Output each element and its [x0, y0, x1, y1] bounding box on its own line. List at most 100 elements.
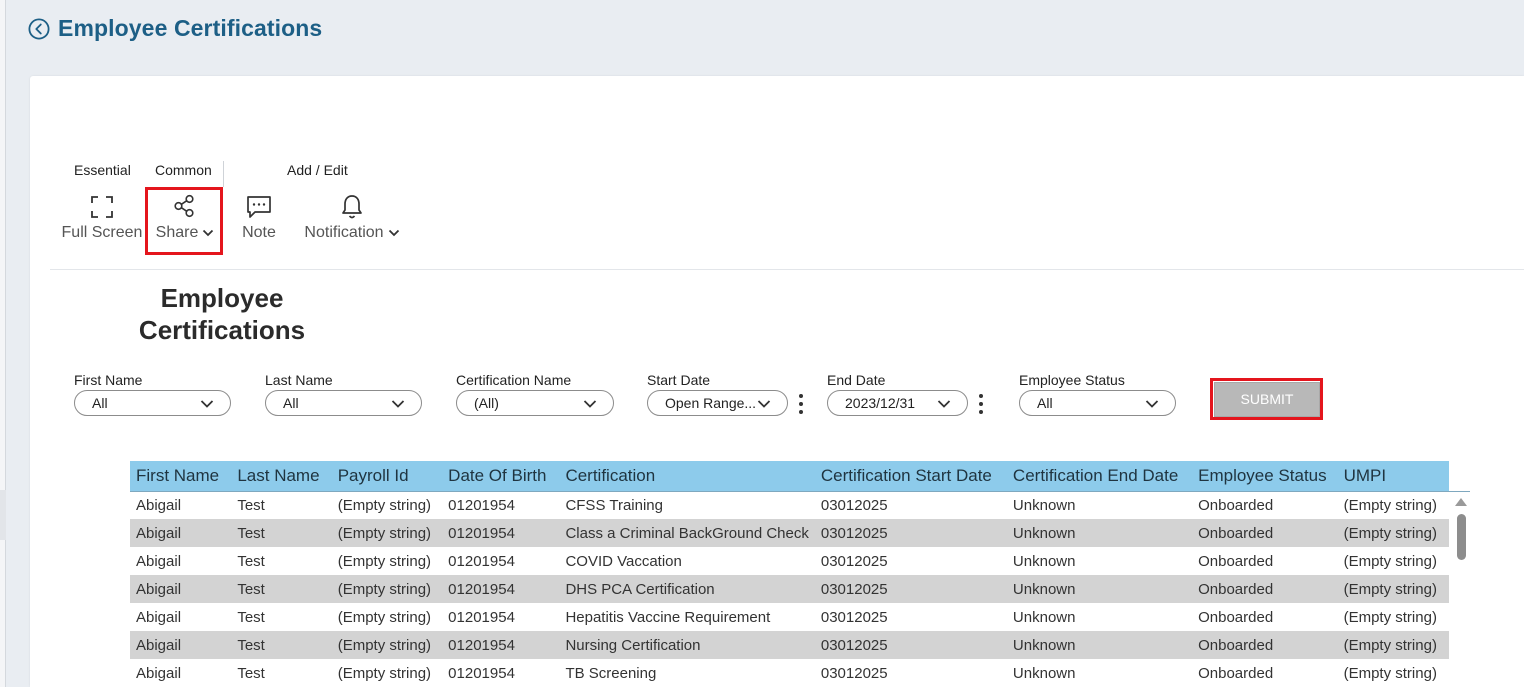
- table-row[interactable]: Abigail Test (Empty string) 01201954 TB Scre…: [130, 659, 1449, 687]
- table-cell: 01201954: [442, 631, 560, 659]
- table-cell: Test: [237, 552, 265, 570]
- column-header[interactable]: Payroll Id: [331, 461, 443, 491]
- note-label: Note: [242, 224, 276, 241]
- table-row[interactable]: Abigail Test (Empty string) 01201954 COVID V…: [130, 547, 1449, 575]
- table-cell: Test: [237, 608, 265, 626]
- table-row[interactable]: Abigail Test (Empty string) 01201954 CFSS Tr…: [130, 491, 1449, 519]
- toolbar-group-essential: Essential: [74, 162, 131, 178]
- column-header[interactable]: Employee Status: [1192, 461, 1338, 491]
- end-date-more-icon[interactable]: [978, 392, 984, 416]
- table-cell: (Empty string): [1343, 552, 1437, 570]
- table-row[interactable]: Abigail Test (Empty string) 01201954 DHS PCA…: [130, 575, 1449, 603]
- certification-name-select[interactable]: (All): [456, 390, 614, 416]
- filter-first-name: First Name All: [74, 372, 231, 416]
- table-cell: Test: [231, 519, 332, 547]
- table-cell: Unknown: [1006, 631, 1193, 659]
- table-cell: (Empty string): [337, 552, 432, 570]
- table-cell: (Empty string): [331, 631, 443, 659]
- column-header[interactable]: Certification: [559, 461, 815, 491]
- table-cell: 01201954: [448, 608, 515, 626]
- bell-icon: [342, 195, 362, 219]
- column-header[interactable]: Certification End Date: [1006, 461, 1193, 491]
- report-title-line-2: Certifications: [138, 315, 306, 345]
- employee-status-select[interactable]: All: [1019, 390, 1176, 416]
- table-cell: (Empty string): [1337, 631, 1449, 659]
- column-header[interactable]: Date Of Birth: [442, 461, 560, 491]
- start-date-more-icon[interactable]: [798, 392, 804, 416]
- toolbar-divider: [223, 161, 224, 187]
- table-body: Abigail Test (Empty string) 01201954 CFSS Tr…: [130, 491, 1449, 687]
- header-underline: [130, 491, 1470, 492]
- table-cell: Hepatitis Vaccine Requirement: [565, 608, 771, 626]
- chevron-down-icon: [583, 400, 597, 408]
- certifications-table: First Name Last Name Payroll Id Date Of …: [130, 461, 1449, 687]
- chevron-down-icon: [200, 400, 214, 408]
- filter-label: Certification Name: [456, 372, 572, 388]
- scroll-up-arrow-icon[interactable]: [1455, 498, 1467, 506]
- table-cell: Onboarded: [1198, 552, 1274, 570]
- table-cell: Unknown: [1012, 608, 1076, 626]
- end-date-select[interactable]: 2023/12/31: [827, 390, 968, 416]
- select-value: All: [92, 395, 108, 411]
- toolbar-group-add-edit: Add / Edit: [287, 162, 348, 178]
- filter-label: First Name: [74, 372, 143, 388]
- table-cell: Onboarded: [1198, 608, 1274, 626]
- full-screen-button[interactable]: Full Screen: [60, 192, 144, 254]
- table-row[interactable]: Abigail Test (Empty string) 01201954 Hepatit…: [130, 603, 1449, 631]
- table-cell: 03012025: [820, 664, 888, 682]
- table-cell: 01201954: [448, 552, 515, 570]
- scroll-thumb[interactable]: [1457, 514, 1466, 560]
- table-cell: (Empty string): [337, 496, 432, 514]
- table-cell: Abigail: [130, 631, 232, 659]
- back-icon[interactable]: [28, 18, 50, 40]
- chevron-down-icon: [937, 400, 951, 408]
- table-row[interactable]: Abigail Test (Empty string) 01201954 Class a…: [130, 519, 1449, 547]
- table-cell: 03012025: [820, 608, 888, 626]
- column-header[interactable]: Last Name: [231, 461, 332, 491]
- table-cell: (Empty string): [331, 575, 443, 603]
- select-value: Open Range...: [665, 395, 757, 411]
- table-header-row: First Name Last Name Payroll Id Date Of …: [130, 461, 1449, 491]
- filter-label: Last Name: [265, 372, 333, 388]
- table-cell: (Empty string): [1337, 519, 1449, 547]
- select-value: All: [1037, 395, 1053, 411]
- table-cell: 03012025: [814, 575, 1007, 603]
- notification-button[interactable]: Notification: [296, 192, 408, 254]
- submit-highlight-box: [1210, 378, 1323, 420]
- table-cell: Abigail: [136, 496, 182, 514]
- table-cell: Unknown: [1012, 496, 1076, 514]
- table-cell: Abigail: [136, 664, 182, 682]
- filter-end-date: End Date 2023/12/31: [827, 372, 968, 416]
- column-header[interactable]: First Name: [130, 461, 232, 491]
- table-scrollbar[interactable]: [1453, 494, 1469, 687]
- filter-label: Start Date: [647, 372, 711, 388]
- table-cell: Onboarded: [1192, 631, 1338, 659]
- first-name-select[interactable]: All: [74, 390, 231, 416]
- fullscreen-icon: [91, 196, 113, 218]
- table-cell: Unknown: [1006, 519, 1193, 547]
- sidebar-toggle-notch[interactable]: [0, 490, 6, 540]
- note-button[interactable]: Note: [236, 192, 282, 254]
- table-cell: Abigail: [130, 575, 232, 603]
- column-header[interactable]: UMPI: [1337, 461, 1449, 491]
- toolbar-separator: [50, 269, 1524, 270]
- table-cell: CFSS Training: [565, 496, 663, 514]
- last-name-select[interactable]: All: [265, 390, 422, 416]
- start-date-select[interactable]: Open Range...: [647, 390, 788, 416]
- table-cell: Abigail: [136, 552, 182, 570]
- page-header: Employee Certifications: [10, 0, 1524, 62]
- table-cell: 01201954: [442, 519, 560, 547]
- table-row[interactable]: Abigail Test (Empty string) 01201954 Nursing…: [130, 631, 1449, 659]
- table-cell: Test: [237, 664, 265, 682]
- table-cell: TB Screening: [565, 664, 657, 682]
- table-cell: (Empty string): [1343, 608, 1437, 626]
- filter-label: Employee Status: [1019, 372, 1125, 388]
- table-cell: 03012025: [820, 552, 888, 570]
- chevron-down-icon: [388, 229, 399, 237]
- table-cell: Onboarded: [1198, 496, 1274, 514]
- chevron-down-icon: [1145, 400, 1159, 408]
- page-title: Employee Certifications: [58, 15, 323, 41]
- column-header[interactable]: Certification Start Date: [814, 461, 1007, 491]
- table-cell: (Empty string): [337, 608, 432, 626]
- table-cell: DHS PCA Certification: [559, 575, 815, 603]
